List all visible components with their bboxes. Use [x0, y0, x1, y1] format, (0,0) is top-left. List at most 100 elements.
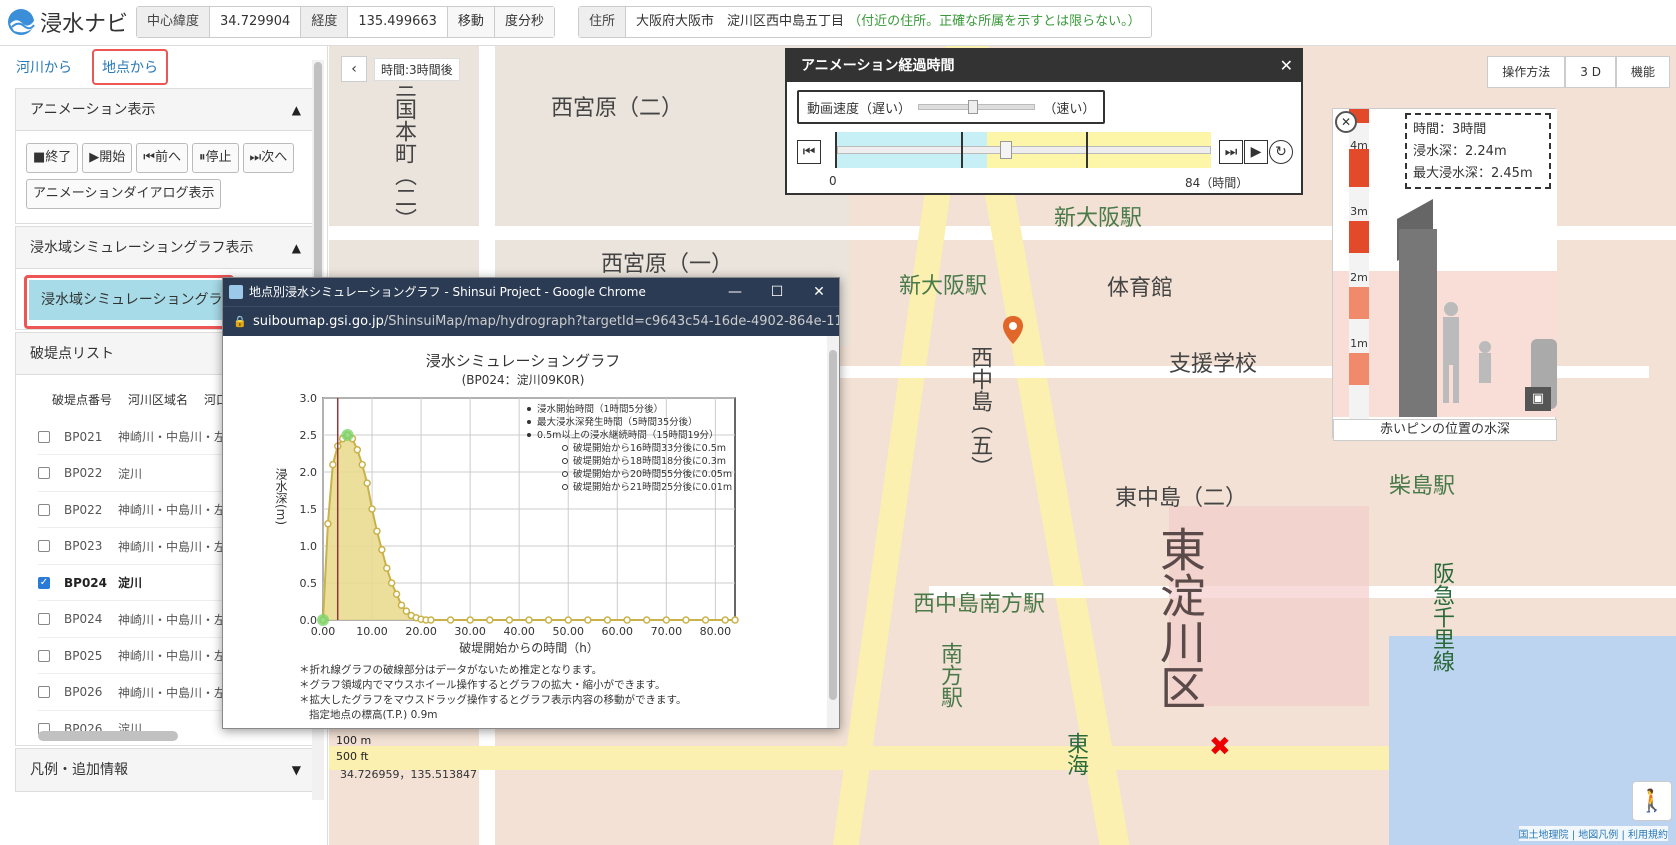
features-button[interactable]: 機能 [1615, 56, 1670, 88]
legend-item: 0.5m以上の浸水継続時間（15時間19分） [537, 429, 719, 441]
anim-stop-button[interactable]: ■終了 [26, 143, 79, 173]
data-point [682, 616, 690, 624]
footer-links[interactable]: 国土地理院 | 地図凡例 | 利用規約 [1518, 826, 1668, 841]
data-point [397, 601, 406, 609]
timeline-track [837, 146, 1211, 154]
data-point [564, 616, 572, 624]
map-label: 東中島（二） [1115, 486, 1248, 511]
anim-start-button[interactable]: ▶開始 [82, 143, 133, 173]
animation-dialog-header[interactable]: アニメーション経過時間 ✕ [787, 50, 1301, 82]
app-logo[interactable]: 浸水ナビ [6, 6, 128, 38]
sim-graph-panel-header[interactable]: 浸水域シミュレーショングラフ表示 ▲ [16, 227, 315, 269]
animation-panel-title: アニメーション表示 [30, 102, 156, 118]
3d-button[interactable]: 3 D [1565, 56, 1616, 88]
tab-from-point[interactable]: 地点から [92, 49, 168, 85]
legend-bullet [527, 420, 531, 424]
close-icon[interactable]: ✕ [1335, 111, 1357, 133]
horizontal-scrollbar[interactable] [38, 731, 178, 741]
chevron-up-icon[interactable]: ▲ [292, 227, 301, 269]
anim-next-button[interactable]: ⏭次へ [242, 143, 295, 173]
url-bar[interactable]: 🔒 suiboumap.gsi.go.jp/ShinsuiMap/map/hyd… [223, 306, 839, 336]
popup-scroll-thumb[interactable] [829, 350, 837, 700]
chevron-up-icon[interactable]: ▲ [292, 89, 301, 131]
legend-panel-title: 凡例・追加情報 [30, 762, 128, 778]
map-label: 西中島南方駅 [913, 592, 1046, 617]
chevron-down-icon[interactable]: ▼ [292, 749, 301, 791]
breach-checkbox[interactable] [38, 613, 50, 625]
x-tick-label: 10.00 [356, 625, 388, 638]
minimize-icon[interactable]: — [715, 278, 755, 306]
dms-button[interactable]: 度分秒 [494, 7, 554, 37]
move-button[interactable]: 移動 [447, 7, 495, 37]
data-point [358, 460, 366, 469]
lat-input[interactable]: 34.729904 [210, 7, 302, 37]
data-point [642, 616, 651, 624]
close-icon[interactable]: ✕ [799, 278, 839, 306]
x-axis-label: 破堤開始からの時間（h） [459, 640, 599, 655]
walk-mode-icon[interactable]: 🚶 [1632, 781, 1672, 821]
window-titlebar[interactable]: 地点別浸水シミュレーショングラフ - Shinsui Project - Goo… [223, 278, 839, 306]
data-point [329, 460, 337, 469]
x-tick-label: 40.00 [503, 625, 535, 638]
speed-slider-thumb[interactable] [967, 100, 978, 114]
legend-sub-item: 破堤開始から16時間33分後に0.5m [573, 442, 726, 454]
timeline-thumb[interactable] [1000, 141, 1013, 159]
depth-segment [1349, 287, 1369, 319]
tab-from-river[interactable]: 河川から [8, 51, 80, 83]
timeline-tick [1086, 132, 1088, 168]
data-point [427, 616, 435, 624]
legend-bullet [527, 407, 531, 411]
anim-pause-button[interactable]: ⏸停止 [192, 143, 239, 173]
depth-segment [1349, 221, 1369, 253]
legend-item: 最大浸水深発生時間（5時間35分後） [537, 416, 698, 428]
animation-dialog-title: アニメーション経過時間 [801, 58, 955, 74]
logo-icon [8, 9, 35, 35]
play-icon[interactable]: ▶ [1244, 140, 1268, 164]
breach-river-name: 神崎川・中島川・左 [118, 685, 227, 700]
chart-note: ＊折れ線グラフの破線部分はデータがないため推定となります。 [299, 664, 603, 676]
popup-scrollbar[interactable] [827, 336, 839, 728]
replay-icon[interactable]: ↻ [1269, 140, 1293, 164]
depth-segment [1349, 353, 1369, 385]
skip-start-icon[interactable]: ⏮ [797, 140, 821, 164]
close-icon[interactable]: ✕ [1280, 50, 1293, 82]
legend-sub-item: 破堤開始から18時間18分後に0.3m [573, 455, 726, 467]
speed-slider[interactable] [918, 100, 1036, 114]
chart-title: 浸水シミュレーショングラフ [426, 352, 620, 370]
data-point [466, 616, 474, 624]
breach-id: BP026 [64, 685, 103, 699]
y-tick-label: 1.5 [300, 503, 318, 516]
anim-dialog-button[interactable]: アニメーションダイアログ表示 [26, 179, 222, 209]
breach-checkbox[interactable] [38, 649, 50, 662]
breach-point-marker-icon[interactable]: ✖ [1209, 732, 1231, 762]
data-point [353, 446, 362, 454]
maximize-icon[interactable]: ☐ [757, 278, 797, 306]
lon-input[interactable]: 135.499663 [348, 7, 448, 37]
animation-panel-header[interactable]: アニメーション表示 ▲ [16, 89, 315, 131]
x-tick-label: 20.00 [405, 625, 437, 638]
help-button[interactable]: 操作方法 [1487, 56, 1566, 88]
breach-checkbox[interactable] [38, 467, 50, 479]
legend-panel-header[interactable]: 凡例・追加情報 ▼ [16, 749, 315, 791]
breach-checkbox[interactable] [38, 503, 50, 516]
chart-note: 指定地点の標高(T.P.) 0.9m [309, 709, 438, 721]
chevron-left-icon[interactable]: ‹ [341, 56, 367, 82]
legend-item: 浸水開始時間（1時間5分後） [537, 403, 663, 415]
data-point [446, 616, 455, 624]
skip-end-icon[interactable]: ⏭ [1219, 140, 1243, 164]
timeline-slider[interactable] [835, 132, 1211, 168]
max-depth-marker [341, 429, 354, 441]
breach-checkbox[interactable] [38, 430, 50, 443]
y-tick-label: 0.5 [300, 577, 318, 590]
image-icon[interactable]: ▣ [1525, 387, 1551, 411]
breach-checkbox[interactable] [38, 686, 50, 698]
anim-prev-button[interactable]: ⏮前へ [136, 143, 188, 173]
map-label: 阪急千里線 [1429, 562, 1454, 672]
breach-checkbox[interactable] [38, 540, 50, 552]
legend-sub-item: 破堤開始から21時間25分後に0.01m [573, 481, 732, 493]
map-pin-icon[interactable] [1003, 316, 1023, 344]
data-point [392, 590, 401, 598]
depth-label-4m: 4m [1350, 139, 1368, 152]
breach-checkbox[interactable]: ✓ [38, 576, 50, 589]
sim-graph-button[interactable]: 浸水域シミュレーショングラフ [29, 280, 231, 320]
